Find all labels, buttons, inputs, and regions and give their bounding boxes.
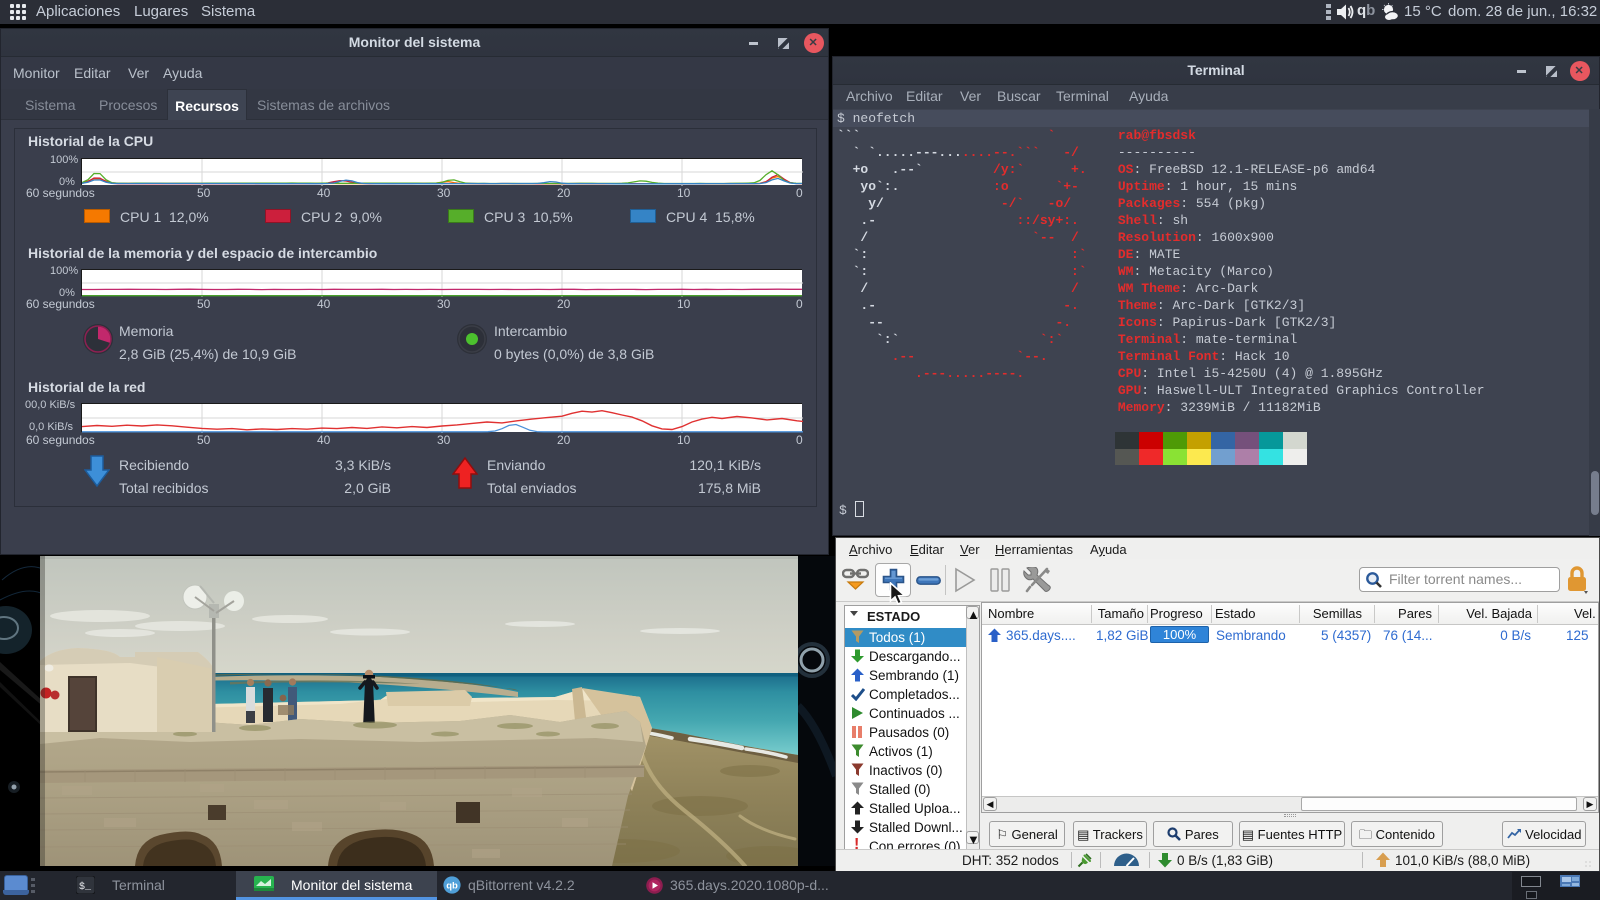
svg-text:$_: $_ [79,881,92,893]
svg-text:qb: qb [446,881,458,892]
